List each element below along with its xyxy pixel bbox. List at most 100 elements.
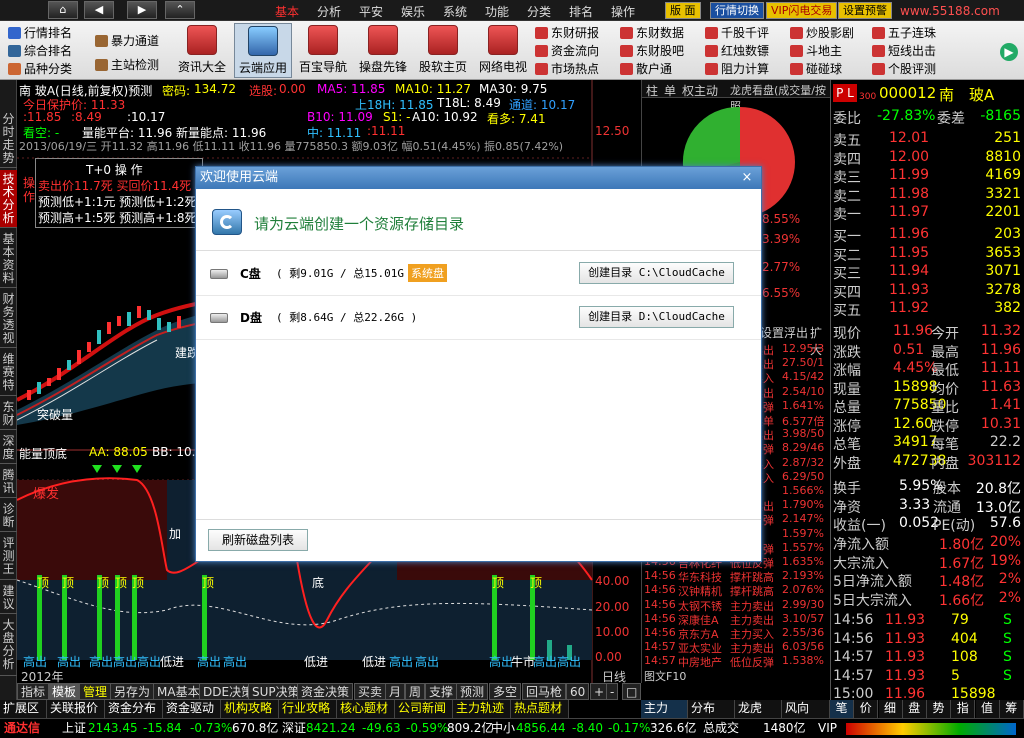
toolbar-item[interactable]: 暴力通道 — [95, 33, 159, 49]
menu-entertainment[interactable]: 娱乐 — [401, 3, 425, 20]
toolbar-item[interactable]: 个股评测 — [872, 61, 936, 77]
tab-technical[interactable]: 技术分析 — [0, 170, 17, 228]
quote-tab[interactable]: 指 — [951, 700, 976, 718]
tab-funds-drive[interactable]: 资金驱动 — [163, 700, 221, 718]
tab-basic-info[interactable]: 基本资料 — [0, 230, 17, 288]
toolbar-item[interactable]: 炒股影剧 — [790, 25, 854, 41]
back-icon[interactable]: ◀ — [84, 1, 114, 19]
tab-ma-basic[interactable]: MA基本 — [153, 683, 204, 700]
orderbook-row[interactable]: 卖一 11.97 2201 — [833, 204, 1023, 223]
tab-support[interactable]: 支撑 — [425, 683, 458, 700]
tab-funds-dist[interactable]: 资金分布 — [105, 700, 163, 718]
toolbar-news-button[interactable]: 资讯大全 — [173, 23, 231, 78]
fullscreen-icon[interactable]: □ — [622, 683, 642, 700]
toolbar-pioneer-button[interactable]: 操盘先锋 — [354, 23, 412, 78]
close-icon[interactable]: × — [738, 169, 756, 186]
tab-distribution[interactable]: 分布 — [688, 700, 735, 718]
menu-category[interactable]: 分类 — [527, 3, 551, 20]
tab-diagnose[interactable]: 诊断 — [0, 500, 17, 532]
tab-sup[interactable]: SUP决策 — [248, 683, 304, 700]
tab-funds[interactable]: 资金决策 — [297, 683, 354, 700]
toolbar-item[interactable]: 碰碰球 — [790, 61, 842, 77]
quote-switch-button[interactable]: 行情切换 — [710, 2, 764, 19]
tab-topic[interactable]: 核心题材 — [337, 700, 395, 718]
toolbar-item[interactable]: 东财数据 — [620, 25, 684, 41]
tab-tencent[interactable]: 腾讯 — [0, 466, 17, 498]
orderbook-row[interactable]: 买五 11.92 382 — [833, 300, 1023, 319]
quote-tab[interactable]: 盘 — [902, 700, 927, 718]
tab-weisaite[interactable]: 维赛特 — [0, 350, 17, 396]
mid-tab[interactable]: 权主动 — [682, 82, 718, 99]
toolbar-item[interactable]: 散户通 — [620, 61, 672, 77]
orderbook-row[interactable]: 买四 11.93 3278 — [833, 282, 1023, 301]
tab-ext[interactable]: 扩展区 — [0, 700, 47, 718]
tab-dragon-tiger[interactable]: 龙虎 — [735, 700, 782, 718]
quote-tab[interactable]: 势 — [927, 700, 951, 718]
create-dir-c-button[interactable]: 创建目录 C:\CloudCache — [579, 262, 734, 284]
toolbar-item[interactable]: 阻力计算 — [705, 61, 769, 77]
toolbar-tv-button[interactable]: 网络电视 — [474, 23, 532, 78]
toolbar-home-button[interactable]: 股软主页 — [414, 23, 472, 78]
menu-analysis[interactable]: 分析 — [317, 3, 341, 20]
mid-setting[interactable]: 设置 — [760, 324, 784, 341]
mid-float[interactable]: 浮出 — [784, 324, 808, 341]
refresh-disks-button[interactable]: 刷新磁盘列表 — [208, 529, 308, 551]
mid-tab[interactable]: 柱 — [646, 82, 658, 99]
orderbook-row[interactable]: 买三 11.94 3071 — [833, 263, 1023, 282]
tab-industry[interactable]: 行业攻略 — [279, 700, 337, 718]
tab-indicator[interactable]: 指标 — [17, 683, 50, 700]
quote-tab[interactable]: 细 — [878, 700, 903, 718]
tab-huimaqiang[interactable]: 回马枪 — [522, 683, 567, 700]
tab-suggestion[interactable]: 建议 — [0, 582, 17, 614]
mid-tab[interactable]: 单 — [664, 82, 676, 99]
orderbook-row[interactable]: 买二 11.95 3653 — [833, 245, 1023, 264]
f10-label[interactable]: 图文F10 — [644, 668, 686, 684]
tab-institution[interactable]: 机构攻略 — [221, 700, 279, 718]
quote-tab[interactable]: 笔 — [830, 700, 854, 718]
tab-save-as[interactable]: 另存为 — [110, 683, 155, 700]
orderbook-row[interactable]: 卖三 11.99 4169 — [833, 167, 1023, 186]
tab-depth[interactable]: 深度 — [0, 432, 17, 464]
toolbar-item[interactable]: 资金流向 — [535, 43, 599, 59]
tab-main-track[interactable]: 主力轨迹 — [453, 700, 511, 718]
tab-wind[interactable]: 风向 — [782, 700, 830, 718]
tab-60[interactable]: 60 — [566, 683, 590, 700]
menu-system[interactable]: 系统 — [443, 3, 467, 20]
tab-finance[interactable]: 财务透视 — [0, 290, 17, 348]
quote-tab[interactable]: 价 — [854, 700, 879, 718]
menu-basic[interactable]: 基本 — [275, 3, 299, 20]
up-icon[interactable]: ⌃ — [165, 1, 195, 19]
toolbar-item[interactable]: 红烛数镖 — [705, 43, 769, 59]
toolbar-more-icon[interactable]: ▶ — [1000, 43, 1018, 61]
toolbar-cloud-button[interactable]: 云端应用 — [234, 23, 292, 78]
home-icon[interactable]: ⌂ — [48, 1, 78, 19]
menu-function[interactable]: 功能 — [485, 3, 509, 20]
tab-long-short[interactable]: 多空 — [489, 683, 522, 700]
tab-trade[interactable]: 买卖 — [354, 683, 387, 700]
quote-tab[interactable]: 值 — [975, 700, 1000, 718]
toolbar-item[interactable]: 品种分类 — [8, 61, 72, 77]
tab-market[interactable]: 大盘分析 — [0, 616, 17, 676]
toolbar-item[interactable]: 综合排名 — [8, 43, 72, 59]
tab-related[interactable]: 关联报价 — [47, 700, 105, 718]
orderbook-row[interactable]: 卖五 12.01 251 — [833, 130, 1023, 149]
layout-button[interactable]: 版 面 — [665, 2, 701, 19]
tab-week[interactable]: 周 — [405, 683, 426, 700]
toolbar-item[interactable]: 市场热点 — [535, 61, 599, 77]
orderbook-row[interactable]: 卖二 11.98 3321 — [833, 186, 1023, 205]
orderbook-row[interactable]: 买一 11.96 203 — [833, 226, 1023, 245]
tab-evaluator[interactable]: 评测王 — [0, 534, 17, 580]
menu-pingan[interactable]: 平安 — [359, 3, 383, 20]
menu-operation[interactable]: 操作 — [611, 3, 635, 20]
orderbook-row[interactable]: 卖四 12.00 8810 — [833, 149, 1023, 168]
toolbar-item[interactable]: 东财股吧 — [620, 43, 684, 59]
tab-hot-topic[interactable]: 热点题材 — [511, 700, 569, 718]
menu-ranking[interactable]: 排名 — [569, 3, 593, 20]
tab-month[interactable]: 月 — [385, 683, 406, 700]
toolbar-item[interactable]: 斗地主 — [790, 43, 842, 59]
tab-manage[interactable]: 管理 — [79, 683, 112, 700]
zoom-out-icon[interactable]: - — [606, 683, 619, 700]
vip-trade-button[interactable]: VIP闪电交易 — [766, 2, 838, 19]
forward-icon[interactable]: ▶ — [127, 1, 157, 19]
toolbar-item[interactable]: 东财研报 — [535, 25, 599, 41]
